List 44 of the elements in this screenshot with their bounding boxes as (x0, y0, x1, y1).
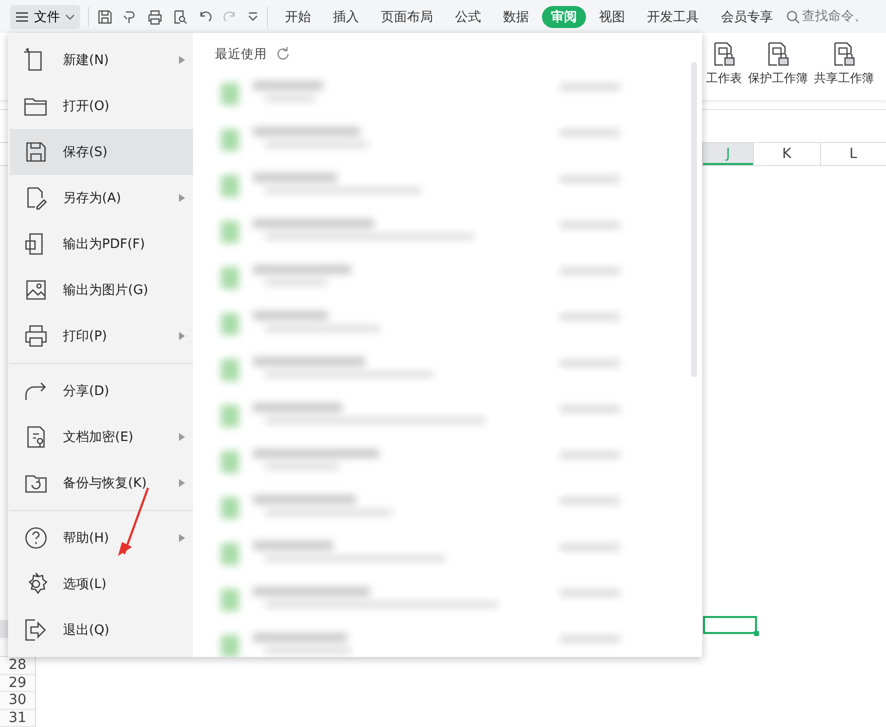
help-icon (23, 525, 49, 551)
file-menu-button[interactable]: 文件 (10, 4, 80, 28)
dropdown-icon[interactable] (247, 10, 259, 22)
search-icon (786, 10, 800, 24)
ribbon-tab[interactable]: 数据 (494, 6, 538, 28)
menu-item[interactable]: 退出(Q) (10, 607, 193, 653)
ribbon-tab[interactable]: 公式 (446, 6, 490, 28)
refresh-icon[interactable] (275, 46, 291, 62)
ribbon-tab[interactable]: 会员专享 (712, 6, 782, 28)
ribbon-tab[interactable]: 开始 (276, 6, 320, 28)
recent-heading: 最近使用 (215, 46, 267, 62)
menu-item[interactable]: 选项(L) (10, 561, 193, 607)
column-header[interactable]: L (820, 143, 886, 165)
cell-selection (703, 616, 757, 634)
ribbon-button-label[interactable]: 工作表 (706, 70, 742, 87)
print-preview-icon[interactable] (172, 8, 188, 24)
ribbon-tab[interactable]: 视图 (590, 6, 634, 28)
menu-item[interactable]: 新建(N) (10, 37, 193, 83)
menu-item[interactable]: 输出为PDF(F) (10, 221, 193, 267)
printer-icon[interactable] (147, 8, 163, 24)
ribbon-button-label[interactable]: 保护工作簿 (748, 70, 808, 87)
menu-item[interactable]: 打开(O) (10, 83, 193, 129)
ribbon-tab[interactable]: 插入 (324, 6, 368, 28)
menu-item[interactable]: 帮助(H) (10, 515, 193, 561)
row-header[interactable]: 31 (0, 710, 35, 727)
menu-item[interactable]: 打印(P) (10, 313, 193, 359)
ribbon-tab[interactable]: 页面布局 (372, 6, 442, 28)
scrollbar[interactable] (691, 62, 697, 377)
ribbon-button-label[interactable]: 共享工作簿 (814, 70, 874, 87)
menu-icon (15, 10, 29, 22)
menu-item[interactable]: 文档加密(E) (10, 414, 193, 460)
row-header[interactable]: 29 (0, 674, 35, 692)
column-header[interactable]: K (753, 143, 820, 165)
printer-icon (23, 323, 49, 349)
ribbon-tab[interactable]: 开发工具 (638, 6, 708, 28)
search-field[interactable]: 查找命令、 (786, 9, 886, 24)
row-header[interactable]: 30 (0, 692, 35, 710)
caret-icon (65, 12, 75, 20)
menu-item[interactable]: 另存为(A) (10, 175, 193, 221)
save-icon[interactable] (97, 8, 113, 24)
menu-item[interactable]: 保存(S) (10, 129, 193, 175)
menu-item[interactable]: 备份与恢复(K) (10, 460, 193, 506)
menu-item[interactable]: 分享(D) (10, 368, 193, 414)
menu-item[interactable]: 输出为图片(G) (10, 267, 193, 313)
